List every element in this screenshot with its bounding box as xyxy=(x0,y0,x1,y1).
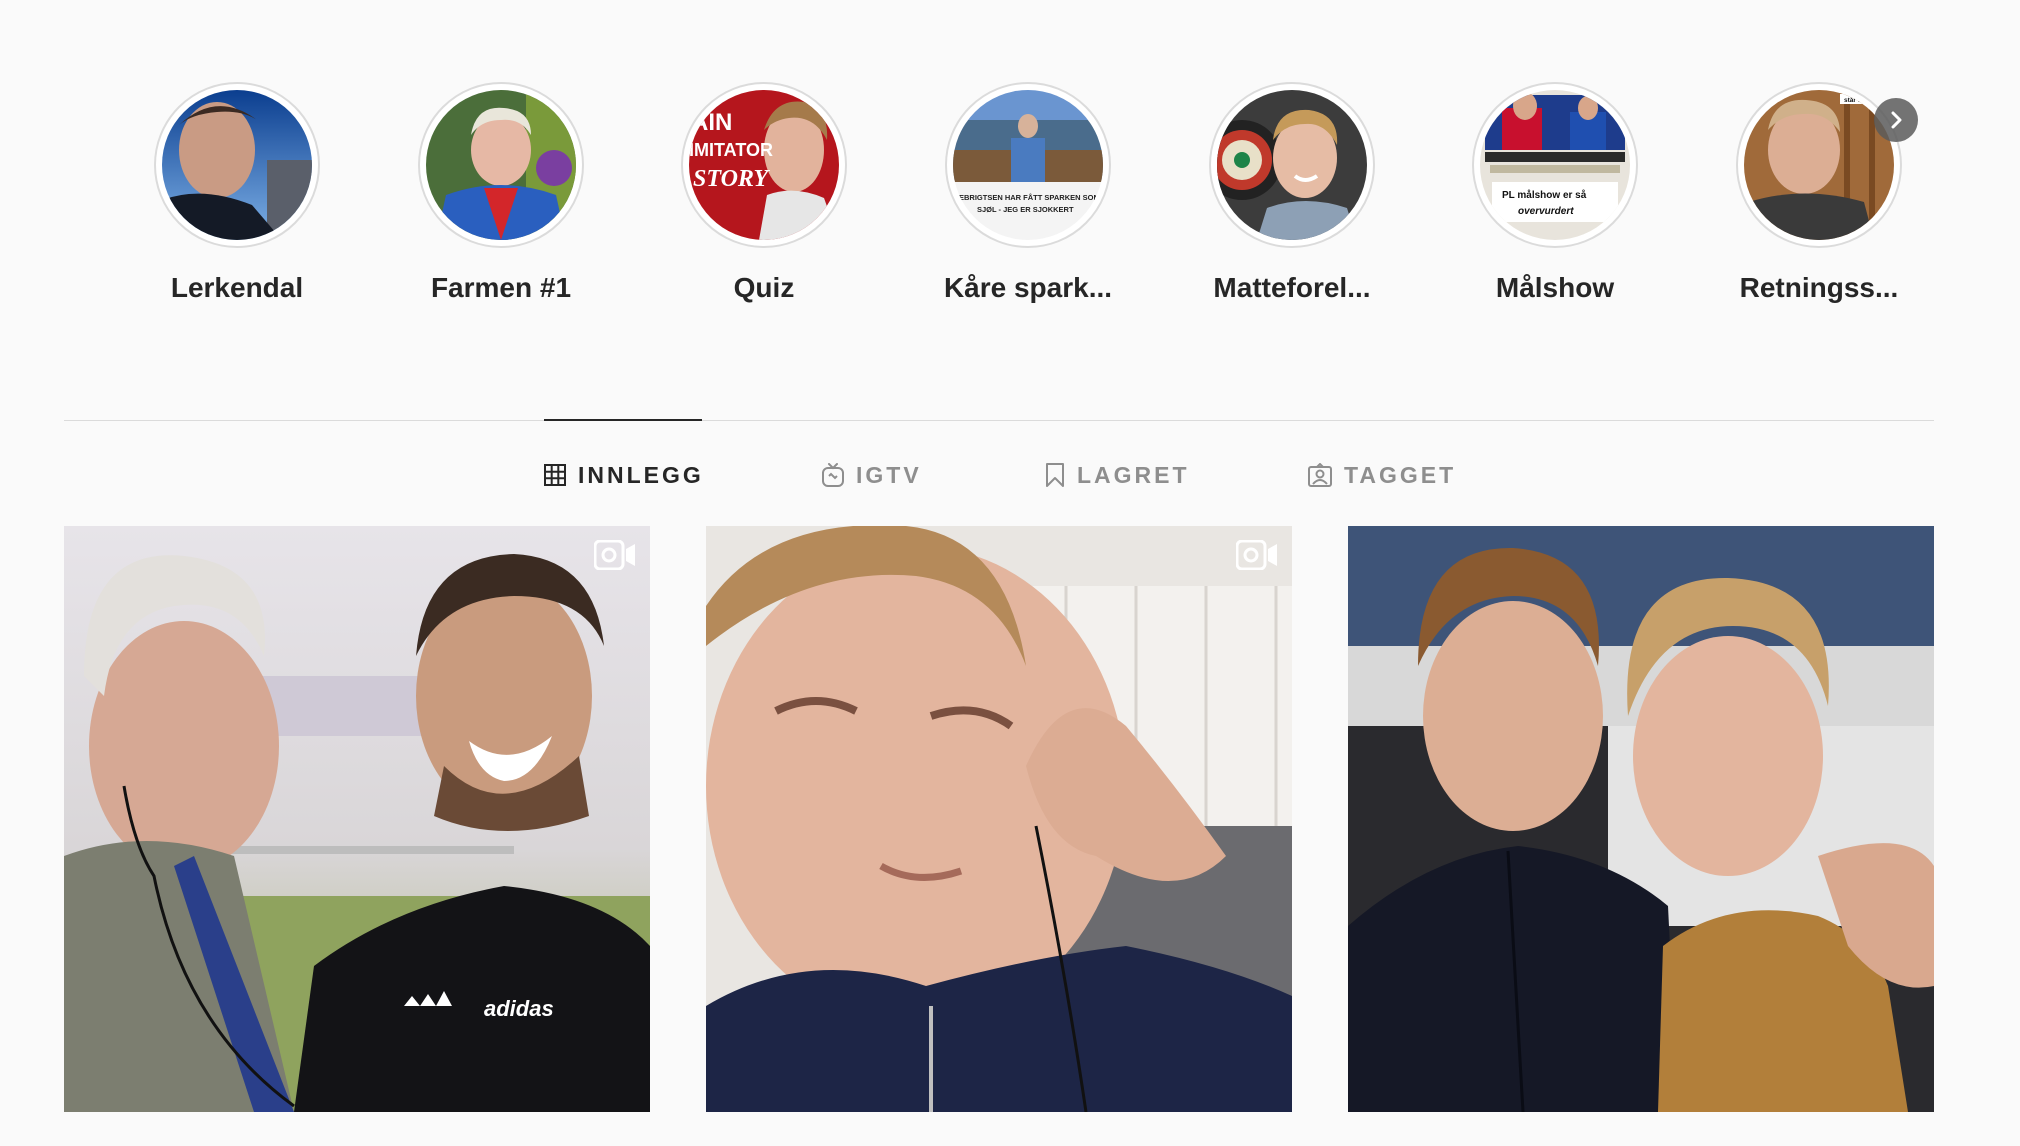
highlights-next-button[interactable] xyxy=(1874,98,1918,142)
highlight-ring: AIN IMITATOR STORY xyxy=(681,82,847,248)
highlight-malshow[interactable]: PL målshow er så overvurdert Målshow xyxy=(1425,82,1685,304)
post-image-interview: adidas xyxy=(64,526,650,1112)
highlight-title: Lerkendal xyxy=(170,272,304,303)
svg-text:EBRIGTSEN HAR FÅTT SPARKEN SOM: EBRIGTSEN HAR FÅTT SPARKEN SOM PF xyxy=(959,193,1103,202)
tab-tagget[interactable]: TAGGET xyxy=(1308,460,1456,490)
highlight-cover-selfie-wood: står til temm xyxy=(1744,90,1894,240)
tab-label: LAGRET xyxy=(1077,461,1190,488)
highlight-ring xyxy=(418,82,584,248)
chevron-right-icon xyxy=(1891,111,1902,129)
highlight-ring: EBRIGTSEN HAR FÅTT SPARKEN SOM PF SJØL -… xyxy=(945,82,1111,248)
story-highlights-row: Lerkendal Farmen #1 AIN IMITATOR STORY Q… xyxy=(0,82,2020,322)
tab-label: TAGGET xyxy=(1344,461,1457,488)
post-tile[interactable]: adidas xyxy=(64,526,650,1112)
video-icon xyxy=(1235,539,1278,575)
svg-text:AIN: AIN xyxy=(691,109,732,136)
highlight-title: Kåre spark... xyxy=(943,272,1113,303)
svg-text:adidas: adidas xyxy=(484,996,554,1021)
tab-label: INNLEGG xyxy=(578,461,704,488)
highlight-title: Retningss... xyxy=(1739,272,1899,303)
highlight-ring xyxy=(154,82,320,248)
svg-text:overvurdert: overvurdert xyxy=(1518,206,1574,217)
svg-text:står til temm: står til temm xyxy=(1844,96,1883,104)
highlight-title: Matteforel... xyxy=(1213,272,1371,303)
highlight-quiz[interactable]: AIN IMITATOR STORY Quiz xyxy=(634,82,894,304)
highlight-title: Målshow xyxy=(1495,272,1615,303)
tab-igtv[interactable]: IGTV xyxy=(822,460,922,490)
active-tab-indicator xyxy=(544,419,702,421)
svg-text:PL målshow er så: PL målshow er så xyxy=(1502,189,1587,201)
svg-text:IMITATOR: IMITATOR xyxy=(689,140,773,160)
highlight-cover-quiz: AIN IMITATOR STORY xyxy=(689,90,839,240)
highlight-title: Quiz xyxy=(733,272,795,303)
highlight-farmen[interactable]: Farmen #1 xyxy=(371,82,631,304)
highlight-kare[interactable]: EBRIGTSEN HAR FÅTT SPARKEN SOM PF SJØL -… xyxy=(898,82,1158,304)
profile-page: Lerkendal Farmen #1 AIN IMITATOR STORY Q… xyxy=(0,0,2020,1146)
video-icon xyxy=(593,539,636,575)
highlight-cover-tv: PL målshow er så overvurdert xyxy=(1480,90,1630,240)
tab-innlegg[interactable]: INNLEGG xyxy=(544,460,704,490)
svg-text:SJØL - JEG ER SJOKKERT: SJØL - JEG ER SJOKKERT xyxy=(977,205,1074,214)
highlight-cover-selfie xyxy=(162,90,312,240)
tab-label: IGTV xyxy=(856,461,922,488)
bookmark-icon xyxy=(1046,463,1064,487)
highlight-ring: PL målshow er så overvurdert xyxy=(1472,82,1638,248)
tagged-icon xyxy=(1308,463,1332,487)
svg-text:STORY: STORY xyxy=(693,166,770,192)
highlight-ring xyxy=(1209,82,1375,248)
igtv-icon xyxy=(822,463,844,487)
post-tile[interactable] xyxy=(1348,526,1934,1112)
tab-lagret[interactable]: LAGRET xyxy=(1045,460,1190,490)
highlight-title: Farmen #1 xyxy=(430,272,572,303)
highlight-lerkendal[interactable]: Lerkendal xyxy=(107,82,367,304)
tab-divider xyxy=(64,420,1934,421)
grid-icon xyxy=(544,464,566,486)
post-image-two-friends xyxy=(1348,526,1934,1112)
highlight-cover-man-blue-jacket xyxy=(426,90,576,240)
post-image-selfie xyxy=(706,526,1292,1112)
highlight-matteforel[interactable]: Matteforel... xyxy=(1162,82,1422,304)
highlight-cover-dartboard xyxy=(1217,90,1367,240)
highlight-cover-news-clip: EBRIGTSEN HAR FÅTT SPARKEN SOM PF SJØL -… xyxy=(953,90,1103,240)
post-tile[interactable] xyxy=(706,526,1292,1112)
